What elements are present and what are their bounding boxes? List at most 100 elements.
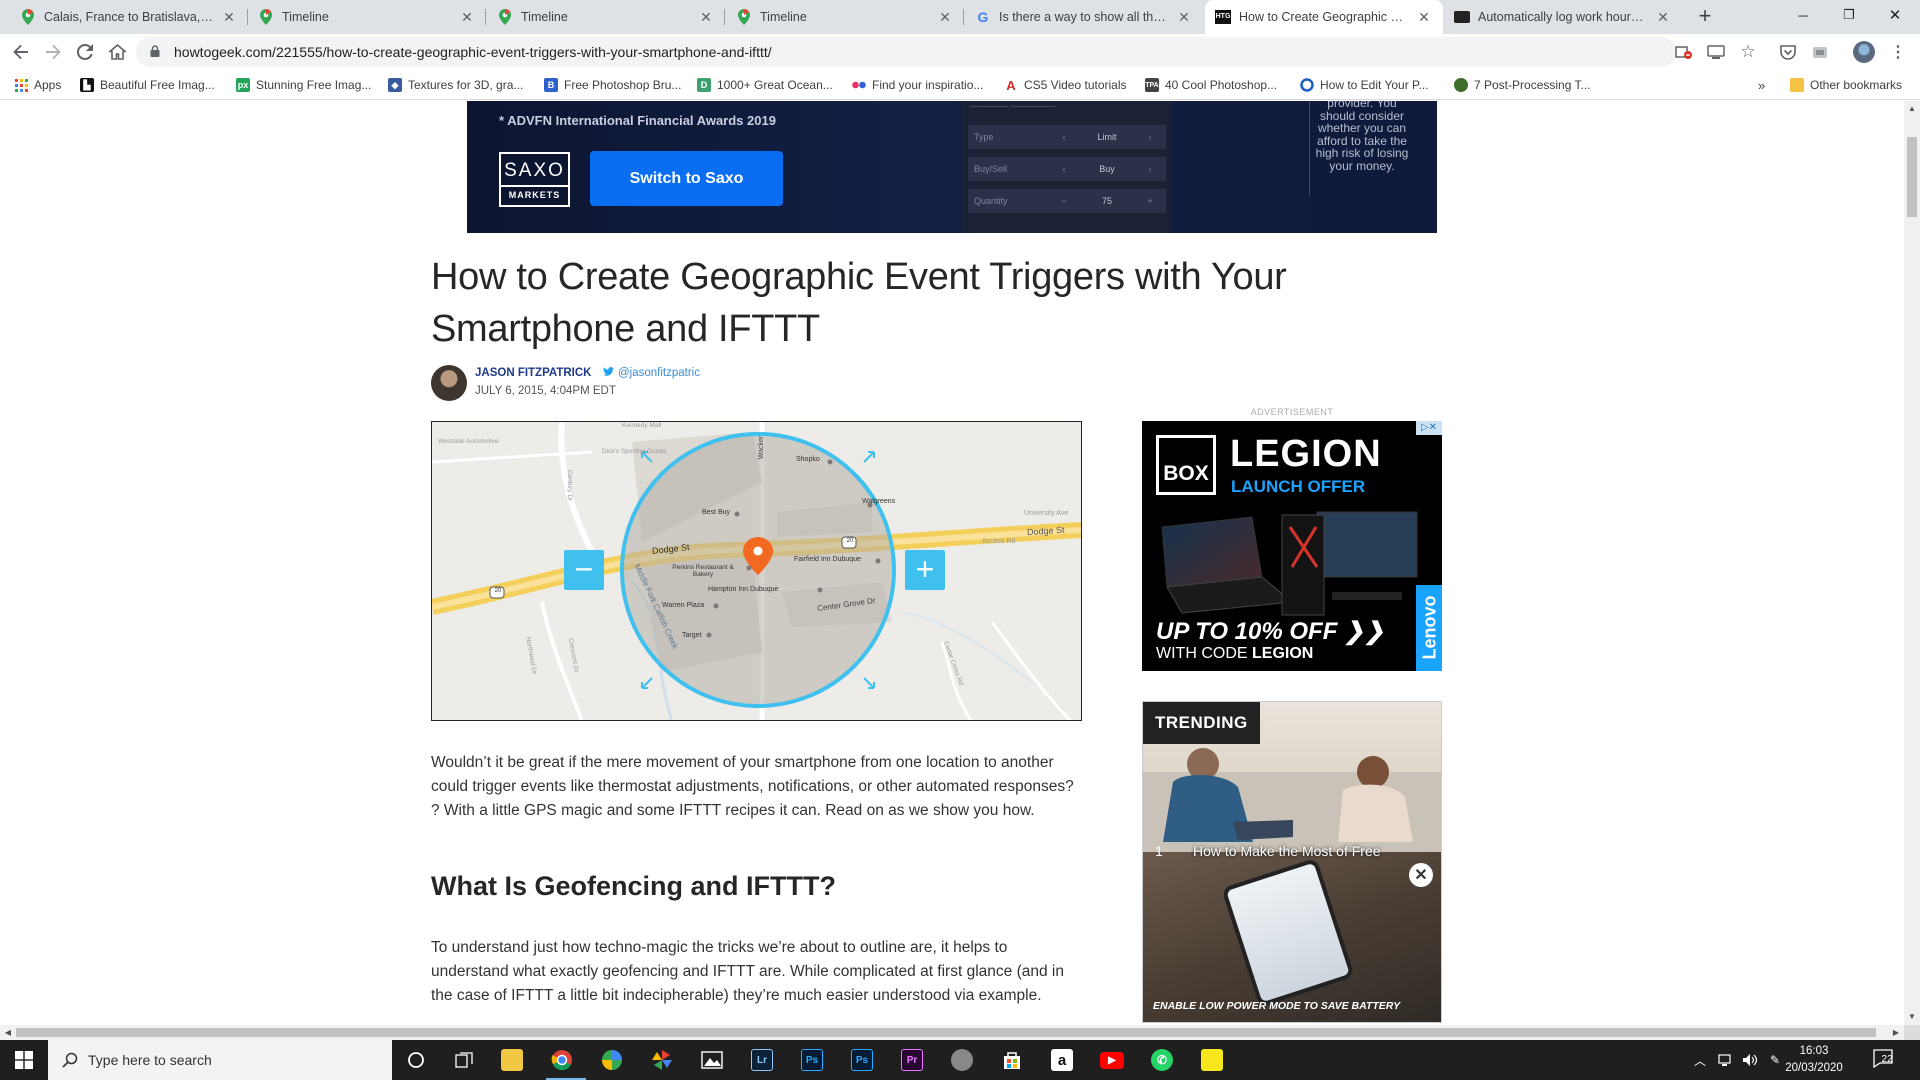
scroll-left-arrow-icon[interactable]: ◀ xyxy=(0,1025,16,1040)
maps-app-icon[interactable] xyxy=(596,1044,628,1076)
reload-button[interactable] xyxy=(72,39,98,65)
close-video-icon[interactable]: ✕ xyxy=(1409,863,1433,887)
saxo-ad-banner[interactable]: * ADVFN International Financial Awards 2… xyxy=(467,101,1437,233)
restore-button[interactable]: ❐ xyxy=(1826,0,1872,30)
start-button[interactable] xyxy=(0,1040,48,1080)
close-window-button[interactable]: ✕ xyxy=(1872,0,1918,30)
bookmark-ocean[interactable]: D 1000+ Great Ocean... xyxy=(697,76,833,94)
tab-calais[interactable]: Calais, France to Bratislava, Slovakia ✕ xyxy=(10,0,248,34)
chrome-menu-icon[interactable]: ⋮ xyxy=(1886,39,1910,65)
bookmark-textures[interactable]: ◆ Textures for 3D, gra... xyxy=(388,76,523,94)
more-bookmarks-chevron-icon[interactable]: » xyxy=(1758,76,1765,94)
box-logo: BOX xyxy=(1156,435,1216,495)
lightroom-icon[interactable]: Lr xyxy=(746,1044,778,1076)
other-bookmarks[interactable]: Other bookmarks xyxy=(1790,76,1902,94)
chrome-taskbar-icon[interactable] xyxy=(546,1044,586,1080)
trending-widget[interactable]: TRENDING 1 How to Make the Most of Free … xyxy=(1142,701,1442,1023)
amazon-icon[interactable]: a xyxy=(1046,1044,1078,1076)
tab-timeline-1[interactable]: Timeline ✕ xyxy=(248,0,486,34)
author-twitter-link[interactable]: @jasonfitzpatric xyxy=(603,367,700,379)
tab-timeline-2[interactable]: Timeline ✕ xyxy=(487,0,725,34)
close-tab-icon[interactable]: ✕ xyxy=(1175,9,1193,26)
scroll-right-arrow-icon[interactable]: ▶ xyxy=(1888,1025,1904,1040)
system-clock[interactable]: 16:03 20/03/2020 xyxy=(1778,1043,1850,1077)
photos-app-icon[interactable] xyxy=(696,1044,728,1076)
photoshop-2-icon[interactable]: Ps xyxy=(846,1044,878,1076)
bookmark-stunning-free-images[interactable]: px Stunning Free Imag... xyxy=(236,76,371,94)
site-icon xyxy=(1454,9,1470,25)
bookmark-inspiration[interactable]: Find your inspiratio... xyxy=(852,76,983,94)
bookmark-free-photoshop-brushes[interactable]: B Free Photoshop Bru... xyxy=(544,76,681,94)
close-tab-icon[interactable]: ✕ xyxy=(936,9,954,26)
trending-video[interactable]: ✕ ENABLE LOW POWER MODE TO SAVE BATTERY xyxy=(1143,852,1441,1022)
lenovo-legion-ad[interactable]: ▷✕ BOX LEGION LAUNCH OFFER UP TO 10% OFF… xyxy=(1142,421,1442,671)
whatsapp-icon[interactable]: ✆ xyxy=(1146,1044,1178,1076)
author-avatar[interactable] xyxy=(431,365,467,401)
close-tab-icon[interactable]: ✕ xyxy=(1415,9,1433,26)
tab-strip: Calais, France to Bratislava, Slovakia ✕… xyxy=(0,0,1920,34)
saxo-markets-logo: SAXO MARKETS xyxy=(499,152,570,207)
switch-to-saxo-button[interactable]: Switch to Saxo xyxy=(590,151,783,206)
profile-avatar[interactable] xyxy=(1852,39,1876,65)
tab-howtogeek[interactable]: HTG How to Create Geographic Event ✕ xyxy=(1205,0,1443,34)
bookmark-40-cool-photoshop[interactable]: TPA 40 Cool Photoshop... xyxy=(1145,76,1277,94)
disk-app-icon[interactable] xyxy=(946,1044,978,1076)
sticky-notes-icon[interactable] xyxy=(1196,1044,1228,1076)
scrollbar-thumb[interactable] xyxy=(16,1028,1876,1037)
back-button[interactable] xyxy=(8,39,34,65)
extension-icon[interactable] xyxy=(1808,39,1832,65)
cortana-icon[interactable] xyxy=(400,1044,432,1076)
task-view-icon[interactable] xyxy=(448,1044,480,1076)
bookmark-post-processing[interactable]: 7 Post-Processing T... xyxy=(1454,76,1591,94)
cast-icon[interactable] xyxy=(1704,39,1728,65)
home-button[interactable] xyxy=(104,39,130,65)
address-bar[interactable]: howtogeek.com/221555/how-to-create-geogr… xyxy=(136,37,1676,67)
pocket-icon[interactable] xyxy=(1776,39,1800,65)
horizontal-scrollbar[interactable]: ◀ ▶ xyxy=(0,1025,1904,1040)
close-tab-icon[interactable]: ✕ xyxy=(458,9,476,26)
action-center-icon[interactable]: 22 xyxy=(1872,1048,1898,1072)
youtube-icon[interactable]: ▶ xyxy=(1096,1044,1128,1076)
bookmark-star-icon[interactable]: ☆ xyxy=(1736,39,1760,65)
show-hidden-icons-chevron-icon[interactable]: ︿ xyxy=(1694,1040,1706,1080)
new-tab-button[interactable]: + xyxy=(1692,4,1718,30)
pinwheel-app-icon[interactable] xyxy=(646,1044,678,1076)
tab-title: How to Create Geographic Event xyxy=(1239,10,1409,24)
tab-timeline-3[interactable]: Timeline ✕ xyxy=(726,0,964,34)
bookmark-label: Textures for 3D, gra... xyxy=(408,78,524,92)
photoshop-icon[interactable]: Ps xyxy=(796,1044,828,1076)
close-tab-icon[interactable]: ✕ xyxy=(697,9,715,26)
store-icon[interactable] xyxy=(996,1044,1028,1076)
volume-icon[interactable] xyxy=(1742,1040,1758,1080)
bookmark-how-to-edit[interactable]: How to Edit Your P... xyxy=(1300,76,1429,94)
close-tab-icon[interactable]: ✕ xyxy=(220,9,238,26)
premiere-icon[interactable]: Pr xyxy=(896,1044,928,1076)
scroll-down-arrow-icon[interactable]: ▼ xyxy=(1904,1009,1920,1025)
adchoices-icon[interactable]: ▷✕ xyxy=(1416,421,1442,435)
search-icon xyxy=(62,1052,78,1068)
tab-log-work-hours[interactable]: Automatically log work hours in a ✕ xyxy=(1444,0,1682,34)
network-icon[interactable] xyxy=(1718,1040,1734,1080)
tab-google-search[interactable]: G Is there a way to show all the data ✕ xyxy=(965,0,1203,34)
bookmark-beautiful-free-images[interactable]: ▙ Beautiful Free Imag... xyxy=(80,76,215,94)
minimize-button[interactable]: ─ xyxy=(1780,0,1826,30)
section-heading: What Is Geofencing and IFTTT? xyxy=(431,871,836,901)
forward-button[interactable] xyxy=(40,39,66,65)
scrollbar-thumb[interactable] xyxy=(1907,137,1917,217)
chevron-left-icon: ‹ xyxy=(1062,164,1066,174)
scroll-up-arrow-icon[interactable]: ▲ xyxy=(1904,101,1920,117)
map-label-road: Wacker xyxy=(758,435,766,460)
folder-icon xyxy=(1790,78,1804,92)
blocked-content-icon[interactable] xyxy=(1672,39,1696,65)
vertical-scrollbar[interactable]: ▲ ▼ xyxy=(1904,101,1920,1025)
trending-article-title[interactable]: How to Make the Most of Free xyxy=(1193,843,1381,859)
url-text: howtogeek.com/221555/how-to-create-geogr… xyxy=(174,44,772,60)
close-tab-icon[interactable]: ✕ xyxy=(1654,9,1672,26)
bookmark-cs5-tutorials[interactable]: A CS5 Video tutorials xyxy=(1004,76,1126,94)
bookmark-apps[interactable]: Apps xyxy=(14,76,61,94)
file-explorer-icon[interactable] xyxy=(496,1044,528,1076)
clock-date: 20/03/2020 xyxy=(1785,1062,1843,1074)
taskbar-search-box[interactable]: Type here to search xyxy=(48,1040,392,1080)
author-name-link[interactable]: JASON FITZPATRICK xyxy=(475,367,592,379)
map-label-poi: Perkins Restaurant & Bakery xyxy=(672,564,734,578)
